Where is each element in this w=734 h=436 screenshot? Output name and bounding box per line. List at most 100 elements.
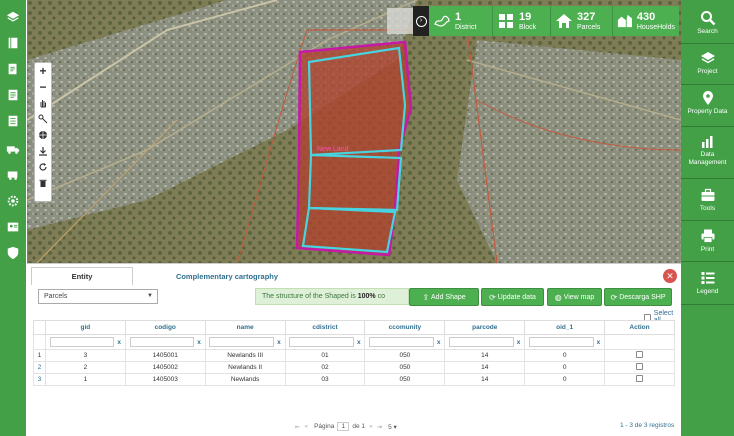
download-shp-button[interactable]: ⟳ Descarga SHP (604, 288, 672, 306)
cell-parcode: 14 (444, 349, 526, 362)
cell-name: Newlands III (204, 349, 286, 362)
report-icon[interactable] (3, 86, 23, 104)
filter-row: x x x x x x x (33, 334, 675, 350)
prev-page-button[interactable]: « (304, 423, 308, 430)
page-total-label: de 1 (352, 423, 365, 430)
pan-hand-icon[interactable] (35, 95, 51, 111)
id-card-icon[interactable] (3, 218, 23, 236)
zoom-in-button[interactable]: + (35, 63, 51, 79)
cell-name: Newlands (204, 373, 286, 386)
row-checkbox[interactable] (636, 375, 644, 382)
truck-icon[interactable] (3, 140, 23, 158)
zoom-out-button[interactable]: − (35, 79, 51, 95)
cell-gid: 1 (44, 373, 126, 386)
next-page-button[interactable]: » (369, 423, 373, 430)
cell-codigo: 1405003 (124, 373, 206, 386)
clear-filter-button[interactable]: x (437, 339, 441, 346)
column-header-action: Action (604, 320, 675, 335)
edit-document-icon[interactable] (3, 60, 23, 78)
stat-label: HouseHolds (636, 23, 675, 31)
cell-parcode: 14 (444, 373, 526, 386)
filter-input-oid-1[interactable] (528, 337, 594, 347)
table-row[interactable]: 1 3 1405001 Newlands III 01 050 14 0 (33, 349, 675, 362)
column-header-gid[interactable]: gid (44, 320, 126, 335)
menu-property-data[interactable]: Property Data (681, 90, 734, 116)
column-header-parcode[interactable]: parcode (444, 320, 526, 335)
view-map-button[interactable]: ◍ View map (547, 288, 602, 306)
layers-icon[interactable] (3, 8, 23, 26)
filter-input-codigo[interactable] (129, 337, 195, 347)
alert-text-tail: co (375, 293, 385, 300)
clear-filter-button[interactable]: x (517, 339, 521, 346)
divider (681, 126, 734, 127)
menu-legend[interactable]: Legend (681, 270, 734, 296)
shape-status-alert: The structure of the Shaped is 100% co (255, 288, 409, 305)
cell-codigo: 1405002 (124, 361, 206, 374)
book-icon[interactable] (3, 34, 23, 52)
refresh-icon[interactable] (35, 159, 51, 175)
shield-icon[interactable] (3, 244, 23, 262)
globe-icon[interactable] (35, 127, 51, 143)
clear-filter-button[interactable]: x (197, 339, 201, 346)
clear-filter-button[interactable]: x (117, 339, 121, 346)
filter-cell: x (124, 334, 206, 350)
page-input[interactable]: 1 (337, 422, 350, 431)
filter-input-name[interactable] (209, 337, 275, 347)
filter-input-cdistrict[interactable] (289, 337, 355, 347)
row-checkbox[interactable] (636, 351, 644, 358)
menu-data-management[interactable]: Data Management (681, 133, 734, 167)
toolbox-icon (701, 188, 714, 201)
first-page-button[interactable]: ⇤ (295, 423, 300, 431)
button-label: View map (563, 293, 595, 301)
tab-entity[interactable]: Entity (31, 267, 133, 285)
globe-icon: ◍ (554, 292, 562, 302)
row-number: 1 (33, 349, 46, 362)
column-header-cdistrict[interactable]: cdistrict (284, 320, 366, 335)
measure-ruler-icon[interactable] (35, 111, 51, 127)
map-view[interactable]: New Land (27, 0, 681, 263)
pagination: ⇤ « Página 1 de 1 » ⇥ 5 ▾ (293, 422, 397, 431)
column-header-codigo[interactable]: codigo (124, 320, 206, 335)
clear-filter-button[interactable]: x (357, 339, 361, 346)
row-number-header (33, 320, 46, 335)
menu-print[interactable]: Print (681, 228, 734, 254)
menu-project[interactable]: Project (681, 50, 734, 76)
filter-spacer (33, 334, 46, 350)
menu-label: Project (697, 68, 718, 75)
download-icon[interactable] (35, 143, 51, 159)
table-row[interactable]: 3 1 1405003 Newlands 03 050 14 0 (33, 373, 675, 386)
close-panel-button[interactable]: ✕ (663, 269, 677, 283)
settings-gear-icon[interactable] (3, 192, 23, 210)
trash-icon[interactable] (35, 175, 51, 191)
column-header-oid-1[interactable]: oid_1 (524, 320, 606, 335)
document-list-icon[interactable] (3, 112, 23, 130)
table-row[interactable]: 2 2 1405002 Newlands II 02 050 14 0 (33, 361, 675, 374)
vehicle-icon[interactable] (3, 166, 23, 184)
filter-input-ccomunity[interactable] (369, 337, 434, 347)
page-size-select[interactable]: 5 ▾ (388, 423, 397, 431)
column-header-ccomunity[interactable]: ccomunity (364, 320, 446, 335)
menu-search[interactable]: Search (681, 10, 734, 36)
clear-filter-button[interactable]: x (277, 339, 281, 346)
cell-codigo: 1405001 (124, 349, 206, 362)
satellite-imagery (27, 0, 681, 263)
tab-complementary-cartography[interactable]: Complementary cartography (147, 267, 307, 285)
layer-select-value: Parcels (44, 293, 68, 300)
page-label: Página (314, 423, 335, 430)
filter-cell: x (204, 334, 286, 350)
add-shape-button[interactable]: ⇪ Add Shape (409, 288, 479, 306)
cell-action (604, 373, 675, 386)
cell-ccomunity: 050 (364, 373, 446, 386)
column-header-name[interactable]: name (204, 320, 286, 335)
update-data-button[interactable]: ⟳ Update data (481, 288, 544, 306)
divider (681, 261, 734, 262)
filter-input-parcode[interactable] (449, 337, 514, 347)
row-checkbox[interactable] (636, 363, 644, 370)
filter-input-gid[interactable] (49, 337, 115, 347)
stat-value: 430 (636, 10, 656, 23)
last-page-button[interactable]: ⇥ (377, 423, 382, 431)
layer-select[interactable]: Parcels ▼ (38, 289, 158, 304)
clear-filter-button[interactable]: x (597, 339, 601, 346)
menu-tools[interactable]: Tools (681, 187, 734, 213)
stats-toggle-button[interactable]: › (413, 6, 429, 36)
